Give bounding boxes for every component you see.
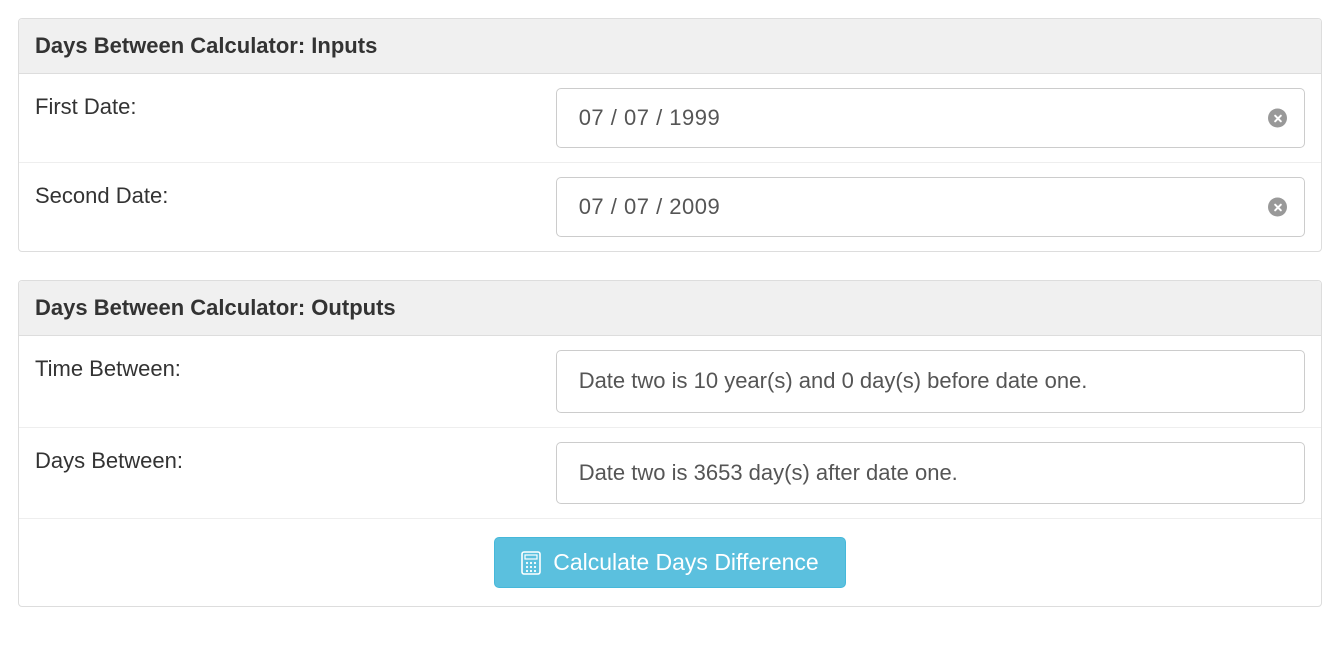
first-date-control bbox=[556, 88, 1305, 148]
time-between-label: Time Between: bbox=[35, 350, 556, 382]
second-date-control bbox=[556, 177, 1305, 237]
time-between-row: Time Between: Date two is 10 year(s) and… bbox=[19, 336, 1321, 428]
first-date-input[interactable] bbox=[556, 88, 1305, 148]
outputs-heading: Days Between Calculator: Outputs bbox=[19, 281, 1321, 336]
days-between-control: Date two is 3653 day(s) after date one. bbox=[556, 442, 1305, 505]
second-date-input[interactable] bbox=[556, 177, 1305, 237]
inputs-heading: Days Between Calculator: Inputs bbox=[19, 19, 1321, 74]
button-row: Calculate Days Difference bbox=[19, 519, 1321, 606]
calculate-button-label: Calculate Days Difference bbox=[553, 549, 818, 576]
second-date-label: Second Date: bbox=[35, 177, 556, 209]
clear-icon-first-date[interactable] bbox=[1268, 109, 1287, 128]
days-between-row: Days Between: Date two is 3653 day(s) af… bbox=[19, 428, 1321, 520]
calculate-button[interactable]: Calculate Days Difference bbox=[494, 537, 845, 588]
days-between-output: Date two is 3653 day(s) after date one. bbox=[556, 442, 1305, 505]
time-between-output: Date two is 10 year(s) and 0 day(s) befo… bbox=[556, 350, 1305, 413]
calculator-icon bbox=[521, 551, 541, 575]
days-between-label: Days Between: bbox=[35, 442, 556, 474]
first-date-label: First Date: bbox=[35, 88, 556, 120]
outputs-panel: Days Between Calculator: Outputs Time Be… bbox=[18, 280, 1322, 607]
first-date-row: First Date: bbox=[19, 74, 1321, 163]
inputs-panel: Days Between Calculator: Inputs First Da… bbox=[18, 18, 1322, 252]
time-between-control: Date two is 10 year(s) and 0 day(s) befo… bbox=[556, 350, 1305, 413]
clear-icon-second-date[interactable] bbox=[1268, 198, 1287, 217]
second-date-row: Second Date: bbox=[19, 163, 1321, 251]
